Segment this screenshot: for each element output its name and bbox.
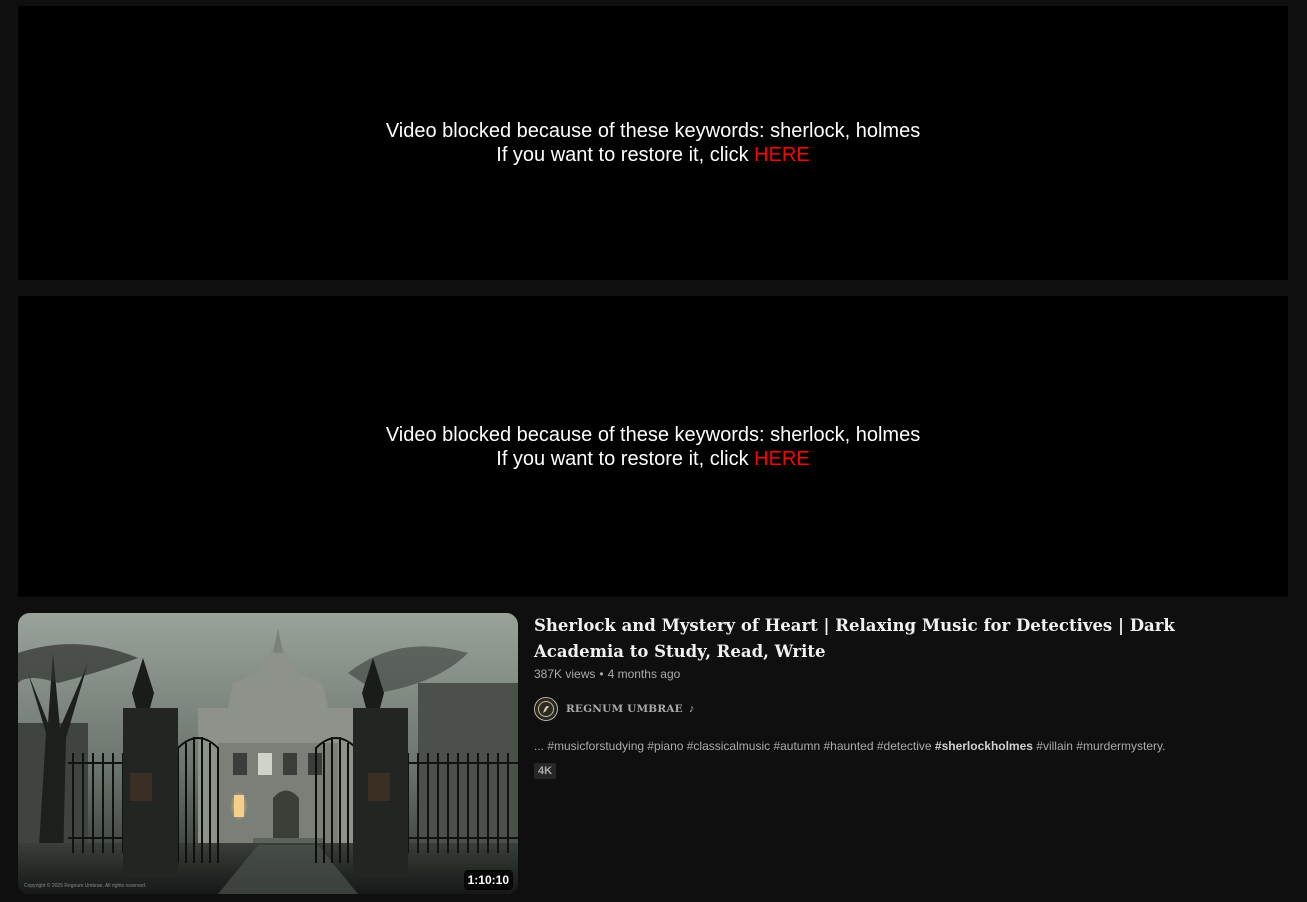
view-count: 387K views [534, 667, 596, 681]
channel-avatar[interactable] [534, 697, 558, 721]
thumbnail-image [18, 613, 518, 894]
restore-prefix: If you want to restore it, click [496, 447, 755, 470]
channel-name[interactable]: REGNUM UMBRAE [566, 703, 683, 715]
blocked-message: Video blocked because of these keywords:… [385, 423, 921, 446]
blocked-video-notice: Video blocked because of these keywords:… [18, 6, 1288, 280]
music-note-icon: ♪ [688, 703, 695, 715]
description-text: ... #musicforstudying #piano #classicalm… [534, 739, 935, 753]
duration-badge: 1:10:10 [463, 870, 513, 890]
restore-line: If you want to restore it, click HERE [496, 447, 809, 471]
quality-badge: 4K [534, 763, 557, 779]
restore-line: If you want to restore it, click HERE [496, 143, 809, 167]
blocked-message: Video blocked because of these keywords:… [385, 120, 921, 142]
description-text-end: #villain #murdermystery. [1032, 739, 1166, 753]
restore-prefix: If you want to restore it, click [496, 144, 755, 166]
video-metadata: 387K views • 4 months ago [534, 667, 1224, 681]
upload-age: 4 months ago [607, 667, 681, 681]
video-title[interactable]: Sherlock and Mystery of Heart | Relaxing… [534, 613, 1224, 665]
restore-link[interactable]: HERE [754, 144, 810, 166]
meta-separator: • [599, 667, 604, 681]
video-description: ... #musicforstudying #piano #classicalm… [534, 739, 1224, 753]
video-result: Copyright © 2025 Regnum Umbrae. All righ… [18, 613, 1288, 896]
restore-link[interactable]: HERE [754, 448, 810, 470]
blocked-video-notice: Video blocked because of these keywords:… [18, 296, 1288, 597]
video-thumbnail[interactable]: Copyright © 2025 Regnum Umbrae. All righ… [18, 613, 518, 894]
channel-link[interactable]: REGNUM UMBRAE ♪ [534, 697, 1224, 721]
description-highlight: #sherlockholmes [934, 739, 1033, 753]
thumbnail-copyright: Copyright © 2025 Regnum Umbrae. All righ… [24, 883, 147, 889]
video-info: Sherlock and Mystery of Heart | Relaxing… [534, 613, 1224, 779]
